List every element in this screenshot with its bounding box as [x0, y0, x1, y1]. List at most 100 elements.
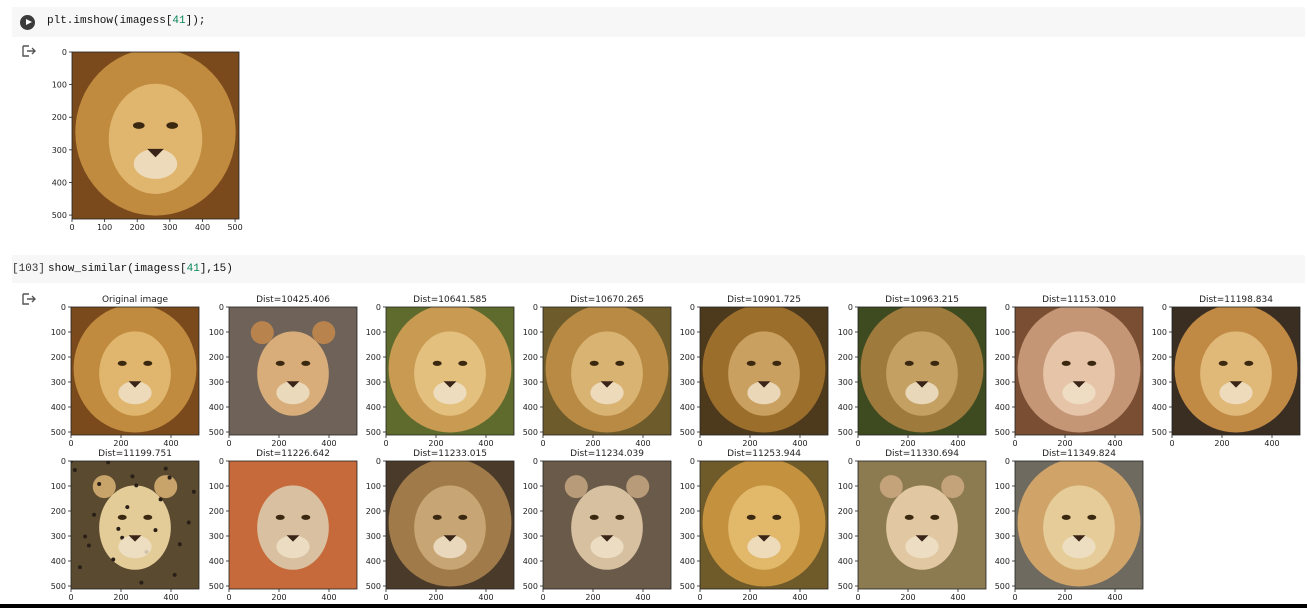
y-tick-label: 300: [209, 378, 224, 387]
y-tick-label: 200: [366, 507, 381, 516]
x-tick-label: 200: [742, 593, 757, 602]
y-tick-label: 200: [523, 507, 538, 516]
eye: [1244, 360, 1254, 366]
eye: [615, 514, 625, 520]
y-tick-label: 200: [209, 507, 224, 516]
y-tick-label: 500: [51, 582, 66, 591]
x-tick-label: 200: [1214, 439, 1229, 448]
animal-photo: [386, 461, 514, 589]
ear: [1036, 475, 1060, 499]
image-panel: Dist=11330.694 0 200 400 0 100 200 300 400 500: [838, 449, 987, 602]
ear: [879, 475, 903, 499]
x-tick-label: 0: [855, 439, 860, 448]
animal-photo: [858, 307, 986, 435]
panel-title: Dist=11234.039: [570, 449, 644, 459]
y-tick-label: 300: [523, 378, 538, 387]
y-tick-label: 100: [51, 482, 66, 491]
y-tick-label: 400: [209, 557, 224, 566]
animal-photo: [229, 461, 357, 589]
x-tick-label: 200: [585, 593, 600, 602]
panel-title: Dist=11199.751: [98, 449, 172, 459]
y-tick-label: 200: [366, 353, 381, 362]
x-tick-label: 200: [130, 223, 145, 232]
y-tick-label: 100: [366, 328, 381, 337]
ear: [469, 321, 493, 345]
x-tick-label: 200: [428, 593, 443, 602]
panel-title: Dist=11253.944: [727, 449, 801, 459]
y-tick-label: 300: [523, 532, 538, 541]
x-tick-label: 0: [1012, 593, 1017, 602]
y-tick-label: 500: [995, 582, 1010, 591]
spot: [134, 483, 139, 488]
eye: [930, 514, 940, 520]
spot: [86, 543, 91, 548]
x-tick-label: 0: [1169, 439, 1174, 448]
panel-title: Dist=10670.265: [570, 295, 644, 305]
x-tick-label: 400: [1107, 439, 1122, 448]
image-panel: Dist=11199.751 0 200 400 0 100 200 300 400 500: [51, 449, 200, 602]
x-tick-label: 400: [195, 223, 210, 232]
image-panel: Original image 0 200 400 0 100 200 300 400 500: [51, 295, 200, 448]
eye: [772, 514, 782, 520]
y-tick-label: 500: [680, 428, 695, 437]
animal-photo: [386, 307, 514, 435]
ear: [407, 475, 431, 499]
y-tick-label: 100: [838, 328, 853, 337]
x-tick-label: 400: [792, 593, 807, 602]
y-tick-label: 0: [690, 303, 695, 312]
y-tick-label: 100: [51, 328, 66, 337]
spot: [191, 489, 196, 494]
y-tick-label: 100: [209, 482, 224, 491]
y-tick-label: 100: [680, 328, 695, 337]
x-tick-label: 400: [163, 439, 178, 448]
y-tick-label: 100: [209, 328, 224, 337]
ear: [783, 321, 807, 345]
x-tick-label: 400: [321, 593, 336, 602]
y-tick-label: 100: [523, 482, 538, 491]
panel-title: Dist=11330.694: [885, 449, 959, 459]
panel-title: Dist=10901.725: [727, 295, 801, 305]
y-tick-label: 0: [690, 457, 695, 466]
ear: [783, 475, 807, 499]
x-tick-label: 100: [97, 223, 112, 232]
spot: [97, 482, 102, 487]
y-tick-label: 100: [366, 482, 381, 491]
ear: [154, 475, 178, 499]
spot: [130, 474, 135, 479]
animal-photo: [858, 461, 986, 589]
y-tick-label: 100: [995, 482, 1010, 491]
eye: [904, 514, 914, 520]
image-panel: Dist=10641.585 0 200 400 0 100 200 300 400 500: [366, 295, 515, 448]
ear: [92, 321, 116, 345]
eye: [589, 360, 599, 366]
eye: [615, 360, 625, 366]
y-tick-label: 200: [52, 113, 67, 122]
x-tick-label: 200: [742, 439, 757, 448]
y-tick-label: 500: [209, 582, 224, 591]
x-tick-label: 0: [697, 439, 702, 448]
panel-title: Original image: [102, 295, 169, 305]
ear: [564, 321, 588, 345]
x-tick-label: 400: [1107, 593, 1122, 602]
y-tick-label: 200: [838, 353, 853, 362]
y-tick-label: 500: [366, 428, 381, 437]
ear: [154, 321, 178, 345]
image-panel: Dist=11153.010 0 200 400 0 100 200 300 400 500: [995, 295, 1144, 448]
y-tick-label: 0: [61, 457, 66, 466]
eye: [904, 360, 914, 366]
y-tick-label: 0: [1162, 303, 1167, 312]
spot: [153, 528, 158, 533]
eye: [458, 360, 468, 366]
eye: [166, 122, 179, 129]
ear: [879, 321, 903, 345]
spot: [177, 542, 182, 547]
spot: [139, 580, 144, 585]
eye: [746, 514, 756, 520]
spot: [172, 572, 177, 577]
ear: [100, 70, 131, 101]
eye: [746, 360, 756, 366]
x-tick-label: 0: [1012, 439, 1017, 448]
spot: [72, 467, 77, 472]
y-tick-label: 500: [838, 428, 853, 437]
x-tick-label: 200: [113, 439, 128, 448]
